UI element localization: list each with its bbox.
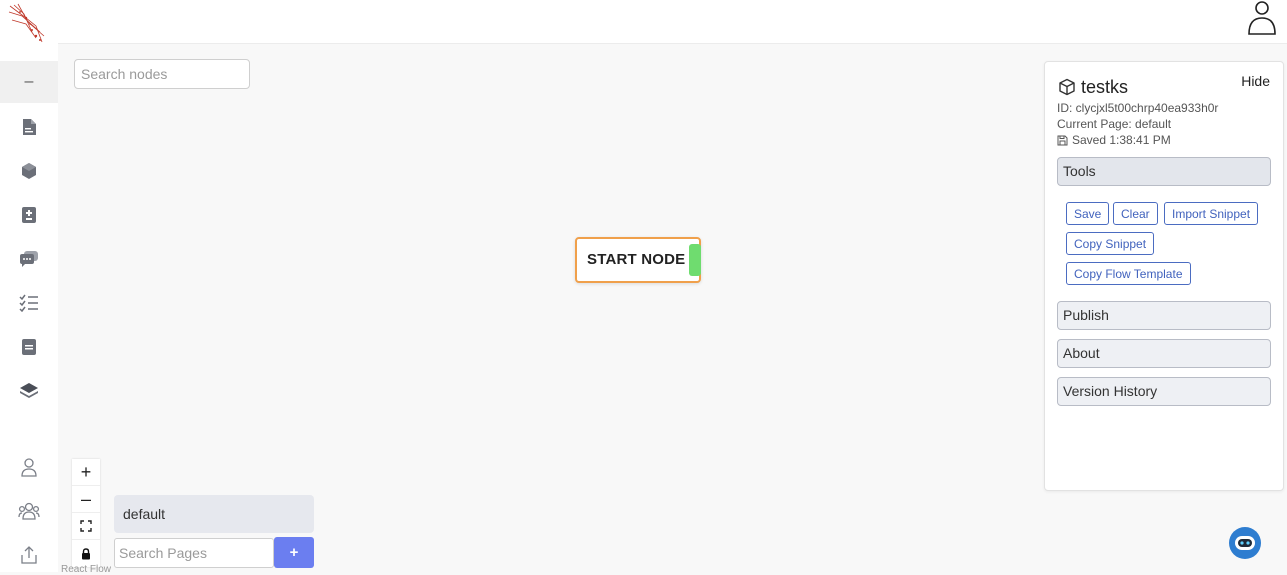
project-id: ID: clycjxl5t00chrp40ea933h0r xyxy=(1057,101,1219,115)
start-node[interactable]: START NODE xyxy=(575,237,701,283)
tools-section-label: Tools xyxy=(1063,163,1096,179)
zoom-controls: + – xyxy=(72,459,100,567)
copy-flow-template-button[interactable]: Copy Flow Template xyxy=(1066,262,1191,285)
document-icon xyxy=(23,119,36,135)
sidebar-collapse-button[interactable]: – xyxy=(0,61,58,103)
cube-icon xyxy=(22,163,36,179)
file-plus-minus-icon xyxy=(22,207,36,223)
app-logo[interactable] xyxy=(6,2,48,46)
version-history-section-label: Version History xyxy=(1063,383,1158,399)
plus-icon: + xyxy=(80,461,92,482)
users-icon xyxy=(18,502,40,520)
react-flow-attribution[interactable]: React Flow xyxy=(61,564,111,575)
fit-view-button[interactable] xyxy=(72,513,100,540)
sidebar-item-notes[interactable] xyxy=(0,327,58,367)
lock-icon xyxy=(82,547,90,559)
add-page-button[interactable]: + xyxy=(274,537,314,568)
current-page: Current Page: default xyxy=(1057,117,1172,131)
layers-icon xyxy=(20,383,38,398)
chat-bubble-icon xyxy=(20,251,38,267)
sidebar-item-chat[interactable] xyxy=(0,239,58,279)
start-node-label: START NODE xyxy=(587,251,686,268)
save-disk-icon xyxy=(1057,135,1068,145)
saved-time: Saved 1:38:41 PM xyxy=(1072,133,1171,147)
version-history-section-toggle[interactable]: Version History xyxy=(1057,377,1271,406)
zoom-out-button[interactable]: – xyxy=(72,486,100,513)
saved-status: Saved 1:38:41 PM xyxy=(1057,133,1171,147)
project-name: testks xyxy=(1081,77,1129,97)
save-button[interactable]: Save xyxy=(1066,202,1110,225)
sidebar-item-team[interactable] xyxy=(0,491,58,531)
about-section-toggle[interactable]: About xyxy=(1057,339,1271,368)
project-info-panel: testks Hide ID: clycjxl5t00chrp40ea933h0… xyxy=(1044,61,1284,491)
page-item-label: default xyxy=(123,506,166,522)
share-upload-icon xyxy=(21,546,37,564)
fit-view-icon xyxy=(80,520,92,532)
search-nodes-input[interactable] xyxy=(74,59,250,89)
tools-section-toggle[interactable]: Tools xyxy=(1057,157,1271,186)
search-pages-input[interactable] xyxy=(114,538,274,568)
import-snippet-button[interactable]: Import Snippet xyxy=(1164,202,1259,225)
user-icon xyxy=(21,458,37,477)
minus-icon: – xyxy=(80,488,91,509)
checklist-icon xyxy=(19,294,38,312)
sidebar-item-profile[interactable] xyxy=(0,447,58,487)
sidebar-item-share[interactable] xyxy=(0,535,58,575)
sidebar-item-layers[interactable] xyxy=(0,371,58,411)
chat-support-widget[interactable] xyxy=(1228,526,1262,560)
plus-icon: + xyxy=(289,544,299,561)
minus-icon: – xyxy=(24,73,34,90)
hide-panel-button[interactable]: Hide xyxy=(1241,73,1270,89)
page-item-default[interactable]: default xyxy=(114,495,314,533)
sidebar-item-documents[interactable] xyxy=(0,107,58,147)
publish-section-toggle[interactable]: Publish xyxy=(1057,301,1271,330)
sidebar-item-tasks[interactable] xyxy=(0,283,58,323)
sidebar-item-variables[interactable] xyxy=(0,195,58,235)
copy-snippet-button[interactable]: Copy Snippet xyxy=(1066,232,1155,255)
user-avatar-icon[interactable] xyxy=(1245,0,1279,36)
start-node-output-handle[interactable] xyxy=(689,244,701,276)
clear-button[interactable]: Clear xyxy=(1113,202,1158,225)
lock-toggle-button[interactable] xyxy=(72,540,100,567)
about-section-label: About xyxy=(1063,345,1100,361)
cube-outline-icon xyxy=(1059,78,1075,96)
sidebar: – xyxy=(0,0,58,572)
sidebar-item-nodes[interactable] xyxy=(0,151,58,191)
top-bar xyxy=(58,0,1287,44)
publish-section-label: Publish xyxy=(1063,307,1109,323)
zoom-in-button[interactable]: + xyxy=(72,459,100,486)
chatbot-icon xyxy=(1229,527,1261,559)
note-icon xyxy=(22,339,36,355)
